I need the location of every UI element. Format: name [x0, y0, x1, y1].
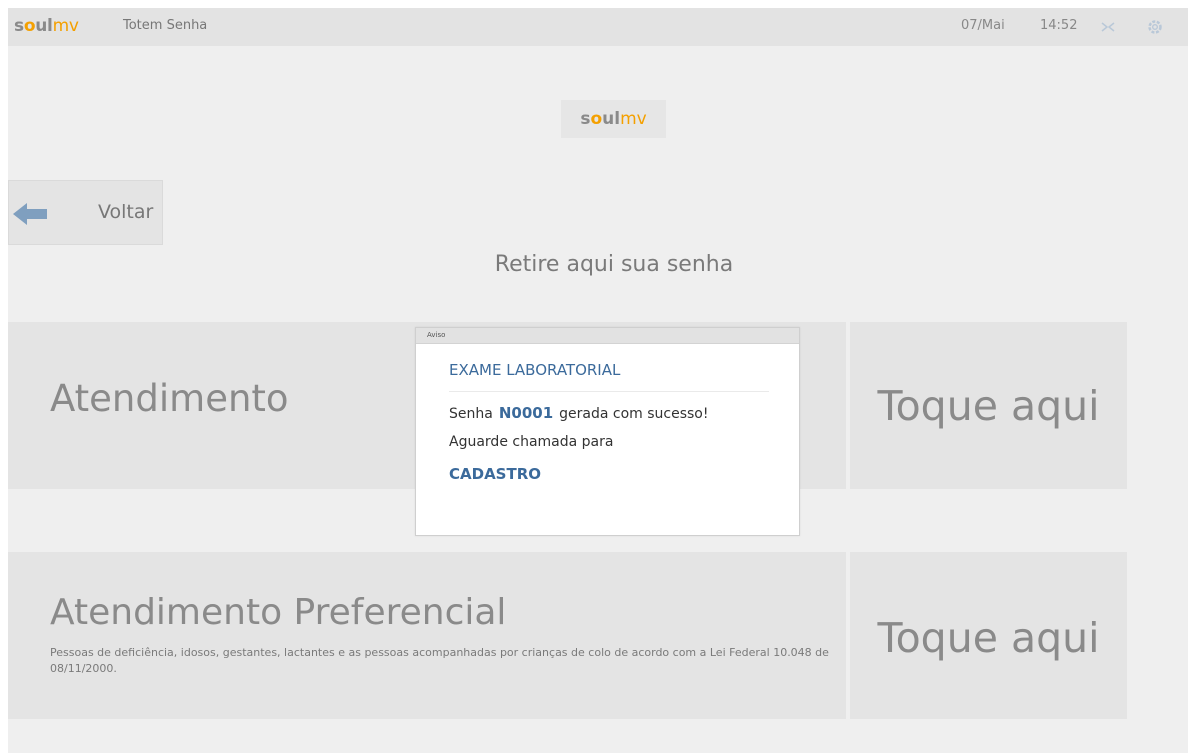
option-atendimento-preferencial[interactable]: Atendimento Preferencial Pessoas de defi…: [8, 552, 846, 719]
notice-dialog: Aviso EXAME LABORATORIAL Senha N0001 gerad…: [415, 327, 800, 536]
page-subtitle: Retire aqui sua senha: [494, 252, 734, 277]
tap-here-label: Toque aqui: [877, 382, 1100, 430]
wait-text: Aguarde chamada para: [449, 434, 614, 450]
center-logo: soulmv: [561, 100, 666, 138]
ticket-line: Senha N0001 gerada com sucesso!: [449, 404, 709, 422]
time-display: 14:52: [1040, 18, 1078, 33]
tap-here-label: Toque aqui: [877, 614, 1100, 662]
kiosk-app: soulmv Totem Senha 07/Mai 14:52 soulmv V…: [8, 8, 1188, 753]
option-title: Atendimento Preferencial: [50, 592, 507, 633]
gear-icon[interactable]: [1145, 17, 1165, 37]
back-label: Voltar: [98, 201, 154, 223]
arrow-left-icon: [11, 199, 51, 233]
option-description: Pessoas de deficiência, idosos, gestante…: [50, 646, 829, 675]
ticket-number: N0001: [498, 404, 554, 422]
brand-logo: soulmv: [14, 16, 79, 36]
exam-title: EXAME LABORATORIAL: [449, 361, 769, 392]
date-display: 07/Mai: [961, 18, 1005, 33]
dialog-body: EXAME LABORATORIAL Senha N0001 gerada com …: [449, 344, 769, 483]
app-title: Totem Senha: [123, 18, 208, 33]
option-atendimento-tap-button[interactable]: Toque aqui: [850, 322, 1127, 489]
top-bar: soulmv Totem Senha 07/Mai 14:52: [8, 8, 1188, 46]
sector-name: CADASTRO: [449, 465, 542, 483]
network-icon[interactable]: [1098, 17, 1118, 37]
option-title: Atendimento: [50, 377, 289, 420]
option-preferencial-tap-button[interactable]: Toque aqui: [850, 552, 1127, 719]
dialog-header: Aviso: [416, 328, 799, 344]
back-button[interactable]: Voltar: [8, 180, 163, 245]
